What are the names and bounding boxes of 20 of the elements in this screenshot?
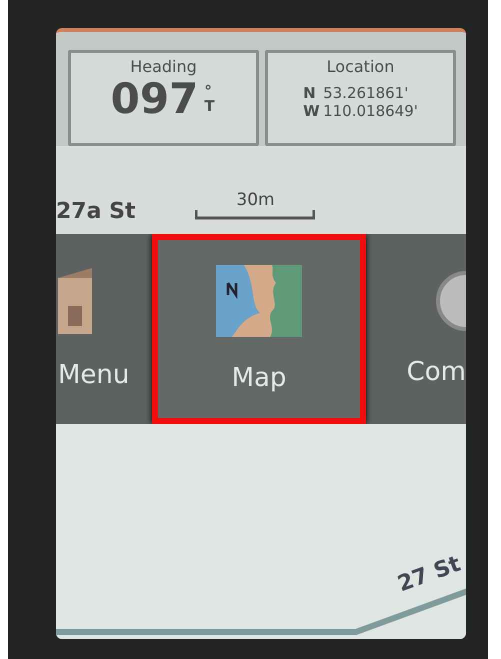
app-tile[interactable]: Map	[152, 234, 366, 424]
field-label: Location	[326, 57, 394, 76]
hemisphere-label: N	[303, 84, 317, 102]
heading-unit: °T	[204, 84, 216, 114]
map-icon	[216, 265, 302, 337]
street-label: 27 St	[395, 552, 464, 598]
scale-bar-icon	[195, 210, 316, 220]
coordinate-value: 110.018649'	[323, 102, 418, 120]
heading-value: 097	[110, 76, 198, 122]
app-label: Menu	[58, 360, 130, 390]
scale-label: 30m	[236, 190, 275, 210]
coordinate-value: 53.261861'	[323, 84, 408, 102]
hemisphere-label: W	[303, 102, 318, 120]
app-tile[interactable]: Menu	[56, 234, 152, 424]
app-label: Map	[232, 363, 286, 393]
app-tile[interactable]: Com	[366, 234, 466, 424]
data-field[interactable]: Location N 53.261861' W 110.018649'	[265, 50, 456, 146]
street-label: 27a St	[56, 199, 136, 224]
app-label: Com	[406, 357, 466, 387]
field-label: Heading	[130, 57, 197, 76]
